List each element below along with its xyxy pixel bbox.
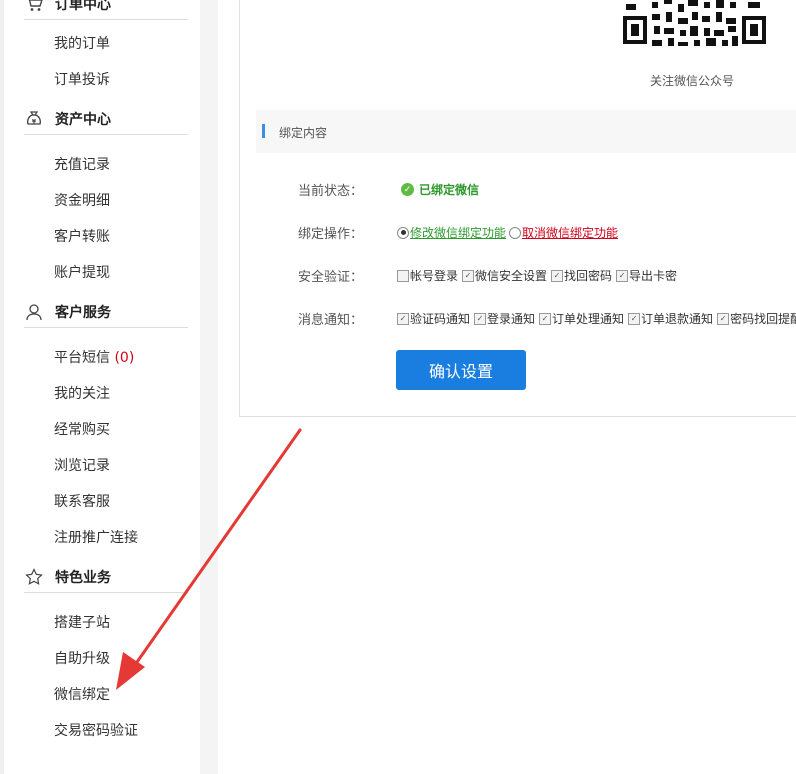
radio-cancel-binding[interactable] bbox=[509, 226, 522, 239]
sidebar-group-title: 资产中心 bbox=[55, 112, 111, 128]
checkbox-label: 订单处理通知 bbox=[552, 312, 625, 326]
section-accent-bar bbox=[262, 124, 265, 138]
operation-label: 绑定操作： bbox=[298, 227, 364, 242]
star-icon bbox=[24, 567, 44, 587]
sidebar-item-platform-sms[interactable]: 平台短信 (0) bbox=[54, 348, 134, 368]
status-badge: ✓ 已绑定微信 bbox=[401, 181, 479, 198]
status-row: ✓ 已绑定微信 bbox=[401, 181, 479, 198]
sidebar-item-contact-support[interactable]: 联系客服 bbox=[54, 492, 110, 512]
sidebar-item-my-follows[interactable]: 我的关注 bbox=[54, 384, 110, 404]
money-bag-icon: ¥ bbox=[24, 109, 44, 129]
cart-icon bbox=[24, 0, 44, 14]
sidebar-item-label: 平台短信 bbox=[54, 350, 115, 366]
checkbox-export-card[interactable] bbox=[616, 269, 629, 282]
qr-code bbox=[622, 0, 768, 52]
notify-options: 验证码通知 登录通知 订单处理通知 订单退款通知 密码找回提醒 bbox=[397, 310, 796, 327]
checkbox-label: 密码找回提醒 bbox=[730, 312, 796, 326]
cancel-binding-link[interactable]: 取消微信绑定功能 bbox=[522, 224, 618, 241]
checkbox-login-notify[interactable] bbox=[474, 312, 487, 325]
sidebar-item-my-orders[interactable]: 我的订单 bbox=[54, 34, 110, 54]
status-value: 已绑定微信 bbox=[419, 183, 480, 197]
sidebar-item-self-upgrade[interactable]: 自助升级 bbox=[54, 649, 110, 669]
section-header: 绑定内容 bbox=[256, 110, 796, 153]
checkbox-label: 订单退款通知 bbox=[641, 312, 714, 326]
sidebar-group-orders[interactable]: 订单中心 bbox=[24, 0, 188, 20]
operation-options: 修改微信绑定功能 取消微信绑定功能 bbox=[397, 224, 618, 241]
sms-count: (0) bbox=[114, 350, 135, 366]
status-label: 当前状态： bbox=[298, 184, 364, 199]
sidebar-item-transaction-password[interactable]: 交易密码验证 bbox=[54, 721, 138, 741]
sidebar-group-featured[interactable]: 特色业务 bbox=[24, 562, 188, 593]
notify-label: 消息通知： bbox=[298, 313, 364, 328]
sidebar-group-title: 特色业务 bbox=[55, 570, 111, 586]
confirm-settings-button[interactable]: 确认设置 bbox=[396, 350, 526, 390]
check-circle-icon: ✓ bbox=[401, 183, 414, 196]
sidebar-group-title: 客户服务 bbox=[55, 305, 111, 321]
main-panel: 关注微信公众号 绑定内容 当前状态： ✓ 已绑定微信 绑定操作： 修改微信绑定功… bbox=[239, 0, 796, 417]
user-icon bbox=[24, 302, 44, 322]
checkbox-retrieve-password[interactable] bbox=[551, 269, 564, 282]
security-label: 安全验证： bbox=[298, 270, 364, 285]
sidebar-item-fund-details[interactable]: 资金明细 bbox=[54, 191, 110, 211]
qr-caption: 关注微信公众号 bbox=[650, 74, 735, 88]
checkbox-label: 登录通知 bbox=[487, 312, 536, 326]
checkbox-wechat-security[interactable] bbox=[462, 269, 475, 282]
checkbox-order-refund-notify[interactable] bbox=[628, 312, 641, 325]
checkbox-label: 导出卡密 bbox=[629, 269, 678, 283]
radio-modify-binding[interactable] bbox=[397, 226, 409, 239]
sidebar-item-build-substation[interactable]: 搭建子站 bbox=[54, 613, 110, 633]
sidebar-item-order-complaint[interactable]: 订单投诉 bbox=[54, 70, 110, 90]
sidebar-item-recharge-records[interactable]: 充值记录 bbox=[54, 155, 110, 175]
sidebar-group-title: 订单中心 bbox=[55, 0, 111, 13]
checkbox-label: 找回密码 bbox=[564, 269, 613, 283]
modify-binding-link[interactable]: 修改微信绑定功能 bbox=[410, 224, 506, 241]
sidebar-item-withdraw[interactable]: 账户提现 bbox=[54, 263, 110, 283]
security-options: 帐号登录 微信安全设置 找回密码 导出卡密 bbox=[397, 267, 681, 284]
sidebar-item-frequent-purchases[interactable]: 经常购买 bbox=[54, 420, 110, 440]
checkbox-order-process-notify[interactable] bbox=[539, 312, 552, 325]
sidebar: 订单中心 我的订单 订单投诉 ¥ 资产中心 充值记录 资金明细 客户转账 账户提… bbox=[4, 0, 218, 774]
checkbox-code-notify[interactable] bbox=[397, 312, 409, 325]
checkbox-account-login[interactable] bbox=[397, 269, 409, 282]
checkbox-label: 微信安全设置 bbox=[475, 269, 548, 283]
sidebar-item-wechat-binding[interactable]: 微信绑定 bbox=[54, 685, 110, 705]
sidebar-item-customer-transfer[interactable]: 客户转账 bbox=[54, 227, 110, 247]
checkbox-label: 验证码通知 bbox=[410, 312, 471, 326]
checkbox-password-reminder[interactable] bbox=[717, 312, 730, 325]
checkbox-label: 帐号登录 bbox=[410, 269, 459, 283]
sidebar-group-service[interactable]: 客户服务 bbox=[24, 297, 188, 328]
sidebar-item-browse-history[interactable]: 浏览记录 bbox=[54, 456, 110, 476]
sidebar-item-referral-link[interactable]: 注册推广连接 bbox=[54, 528, 138, 548]
sidebar-group-assets[interactable]: ¥ 资产中心 bbox=[24, 104, 188, 135]
section-title: 绑定内容 bbox=[279, 126, 328, 140]
